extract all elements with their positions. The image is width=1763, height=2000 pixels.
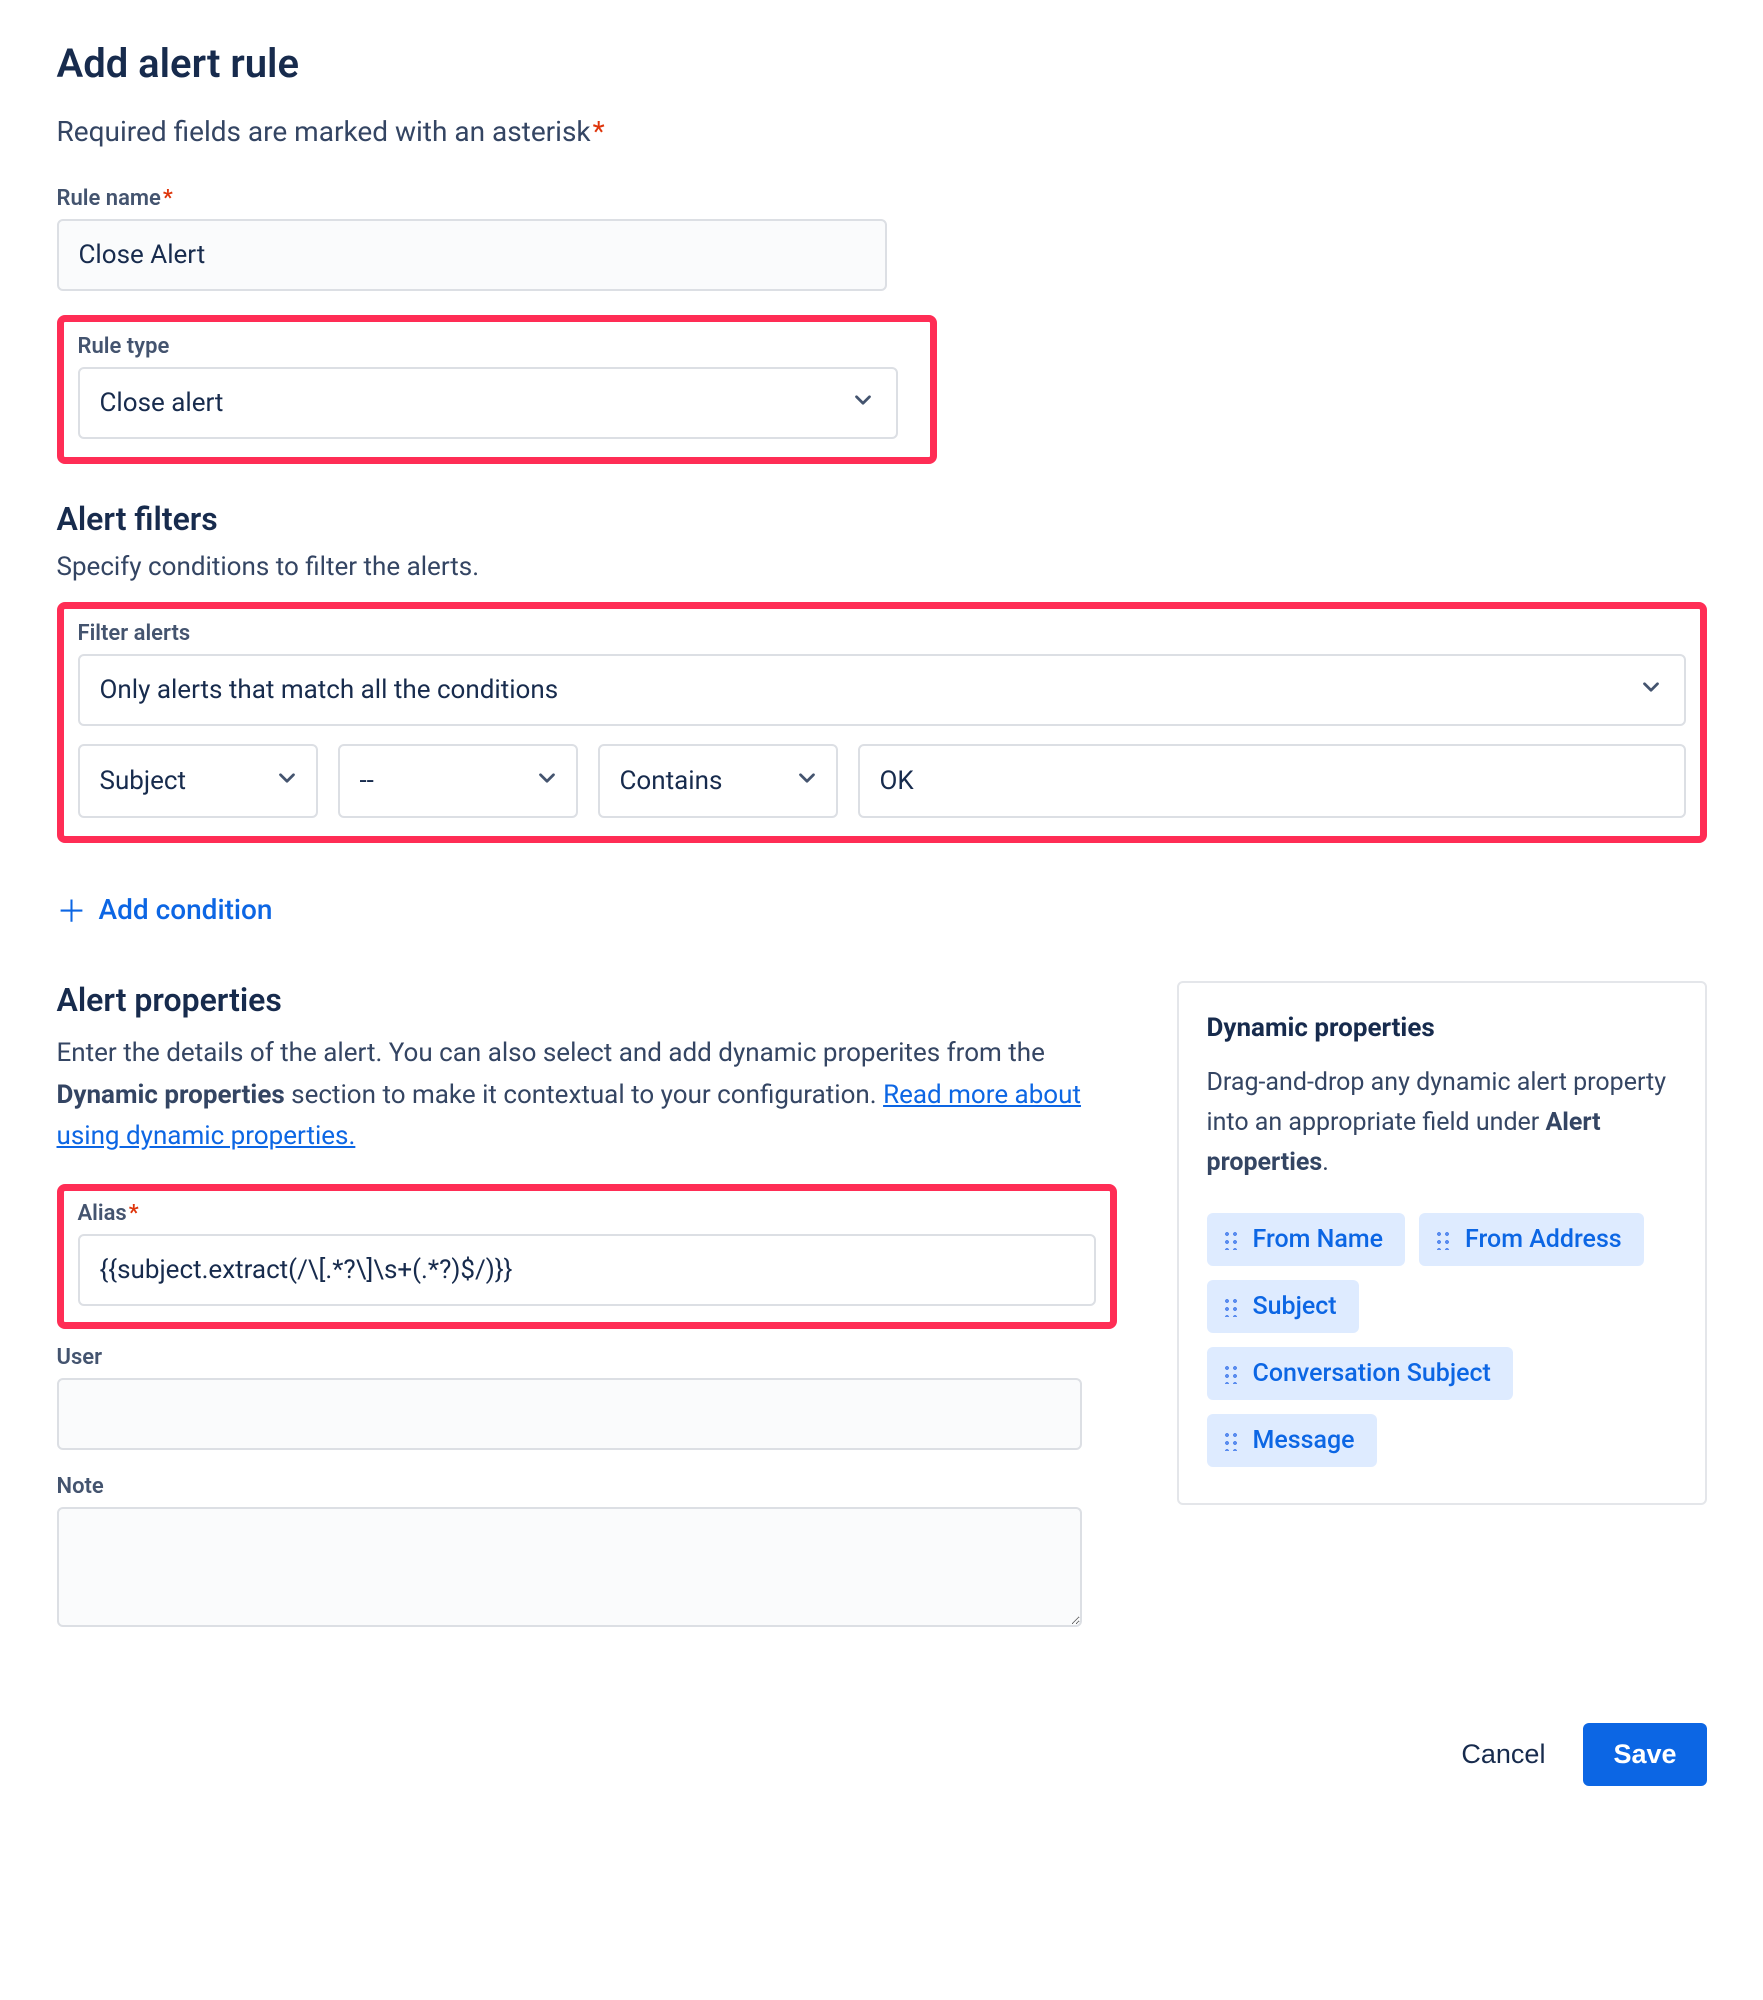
rule-name-label-text: Rule name bbox=[57, 186, 161, 211]
chevron-down-icon bbox=[274, 765, 300, 798]
filter-highlight: Filter alerts Only alerts that match all… bbox=[57, 602, 1707, 843]
chip-label: From Address bbox=[1465, 1225, 1622, 1254]
chip-label: Subject bbox=[1253, 1292, 1337, 1321]
chip-from-name[interactable]: From Name bbox=[1207, 1213, 1406, 1266]
chevron-down-icon bbox=[534, 765, 560, 798]
properties-desc-bold: Dynamic properties bbox=[57, 1080, 285, 1110]
properties-desc: Enter the details of the alert. You can … bbox=[57, 1033, 1117, 1158]
user-input-wrap bbox=[57, 1378, 1082, 1450]
user-field: User bbox=[57, 1345, 1082, 1450]
rule-type-highlight: Rule type Close alert bbox=[57, 315, 937, 464]
user-label: User bbox=[57, 1345, 1082, 1370]
alias-input[interactable] bbox=[100, 1236, 1074, 1304]
user-input[interactable] bbox=[79, 1380, 1060, 1448]
asterisk-icon: * bbox=[163, 186, 173, 211]
properties-heading: Alert properties bbox=[57, 981, 1117, 1019]
footer: Cancel Save bbox=[57, 1723, 1707, 1786]
alias-highlight: Alias* bbox=[57, 1184, 1117, 1329]
chip-label: From Name bbox=[1253, 1225, 1384, 1254]
dynamic-panel: Dynamic properties Drag-and-drop any dyn… bbox=[1177, 981, 1707, 1505]
dynamic-heading: Dynamic properties bbox=[1207, 1013, 1677, 1043]
condition-field-value: Subject bbox=[100, 766, 187, 796]
condition-op1-value: -- bbox=[360, 766, 374, 796]
grip-icon bbox=[1223, 1431, 1239, 1451]
chip-list: From Name From Address Subject Conversat… bbox=[1207, 1213, 1677, 1467]
chip-subject[interactable]: Subject bbox=[1207, 1280, 1359, 1333]
grip-icon bbox=[1435, 1230, 1451, 1250]
alias-input-wrap bbox=[78, 1234, 1096, 1306]
grip-icon bbox=[1223, 1230, 1239, 1250]
chevron-down-icon bbox=[794, 765, 820, 798]
note-textarea[interactable] bbox=[57, 1507, 1082, 1627]
properties-desc-mid: section to make it contextual to your co… bbox=[285, 1080, 883, 1110]
rule-name-label: Rule name* bbox=[57, 186, 887, 211]
plus-icon: ＋ bbox=[57, 887, 87, 931]
rule-name-input[interactable] bbox=[79, 221, 865, 289]
chip-label: Message bbox=[1253, 1426, 1355, 1455]
condition-row: Subject -- Contains OK bbox=[78, 744, 1686, 818]
add-condition-button[interactable]: ＋ Add condition bbox=[57, 887, 273, 931]
cancel-button[interactable]: Cancel bbox=[1449, 1723, 1557, 1786]
condition-field-select[interactable]: Subject bbox=[78, 744, 318, 818]
condition-value-input[interactable]: OK bbox=[858, 744, 1686, 818]
rule-type-label: Rule type bbox=[78, 334, 916, 359]
asterisk-icon: * bbox=[593, 115, 605, 148]
chip-message[interactable]: Message bbox=[1207, 1414, 1377, 1467]
add-condition-label: Add condition bbox=[99, 893, 273, 926]
rule-type-value: Close alert bbox=[100, 388, 224, 418]
properties-desc-pre: Enter the details of the alert. You can … bbox=[57, 1038, 1045, 1068]
filter-label: Filter alerts bbox=[78, 621, 1686, 646]
rule-name-field: Rule name* bbox=[57, 186, 887, 291]
filter-mode-select[interactable]: Only alerts that match all the condition… bbox=[78, 654, 1686, 726]
condition-op2-value: Contains bbox=[620, 766, 723, 796]
chip-label: Conversation Subject bbox=[1253, 1359, 1491, 1388]
grip-icon bbox=[1223, 1297, 1239, 1317]
note-label: Note bbox=[57, 1474, 1082, 1499]
note-field: Note bbox=[57, 1474, 1082, 1633]
rule-type-select[interactable]: Close alert bbox=[78, 367, 898, 439]
asterisk-icon: * bbox=[129, 1201, 139, 1226]
filters-desc: Specify conditions to filter the alerts. bbox=[57, 552, 1707, 582]
chip-conversation-subject[interactable]: Conversation Subject bbox=[1207, 1347, 1513, 1400]
alias-label: Alias* bbox=[78, 1201, 1096, 1226]
dynamic-desc-post: . bbox=[1322, 1148, 1329, 1177]
chevron-down-icon bbox=[1638, 674, 1664, 707]
grip-icon bbox=[1223, 1364, 1239, 1384]
rule-name-input-wrap bbox=[57, 219, 887, 291]
required-note-text: Required fields are marked with an aster… bbox=[57, 115, 591, 148]
required-note: Required fields are marked with an aster… bbox=[57, 115, 1707, 148]
save-button[interactable]: Save bbox=[1583, 1723, 1706, 1786]
condition-value-text: OK bbox=[880, 766, 914, 796]
page-title: Add alert rule bbox=[57, 40, 1707, 87]
chevron-down-icon bbox=[850, 387, 876, 420]
filters-heading: Alert filters bbox=[57, 500, 1707, 538]
condition-op2-select[interactable]: Contains bbox=[598, 744, 838, 818]
alias-label-text: Alias bbox=[78, 1201, 127, 1226]
chip-from-address[interactable]: From Address bbox=[1419, 1213, 1644, 1266]
condition-op1-select[interactable]: -- bbox=[338, 744, 578, 818]
dynamic-desc: Drag-and-drop any dynamic alert property… bbox=[1207, 1063, 1677, 1183]
filter-mode-value: Only alerts that match all the condition… bbox=[100, 675, 559, 705]
